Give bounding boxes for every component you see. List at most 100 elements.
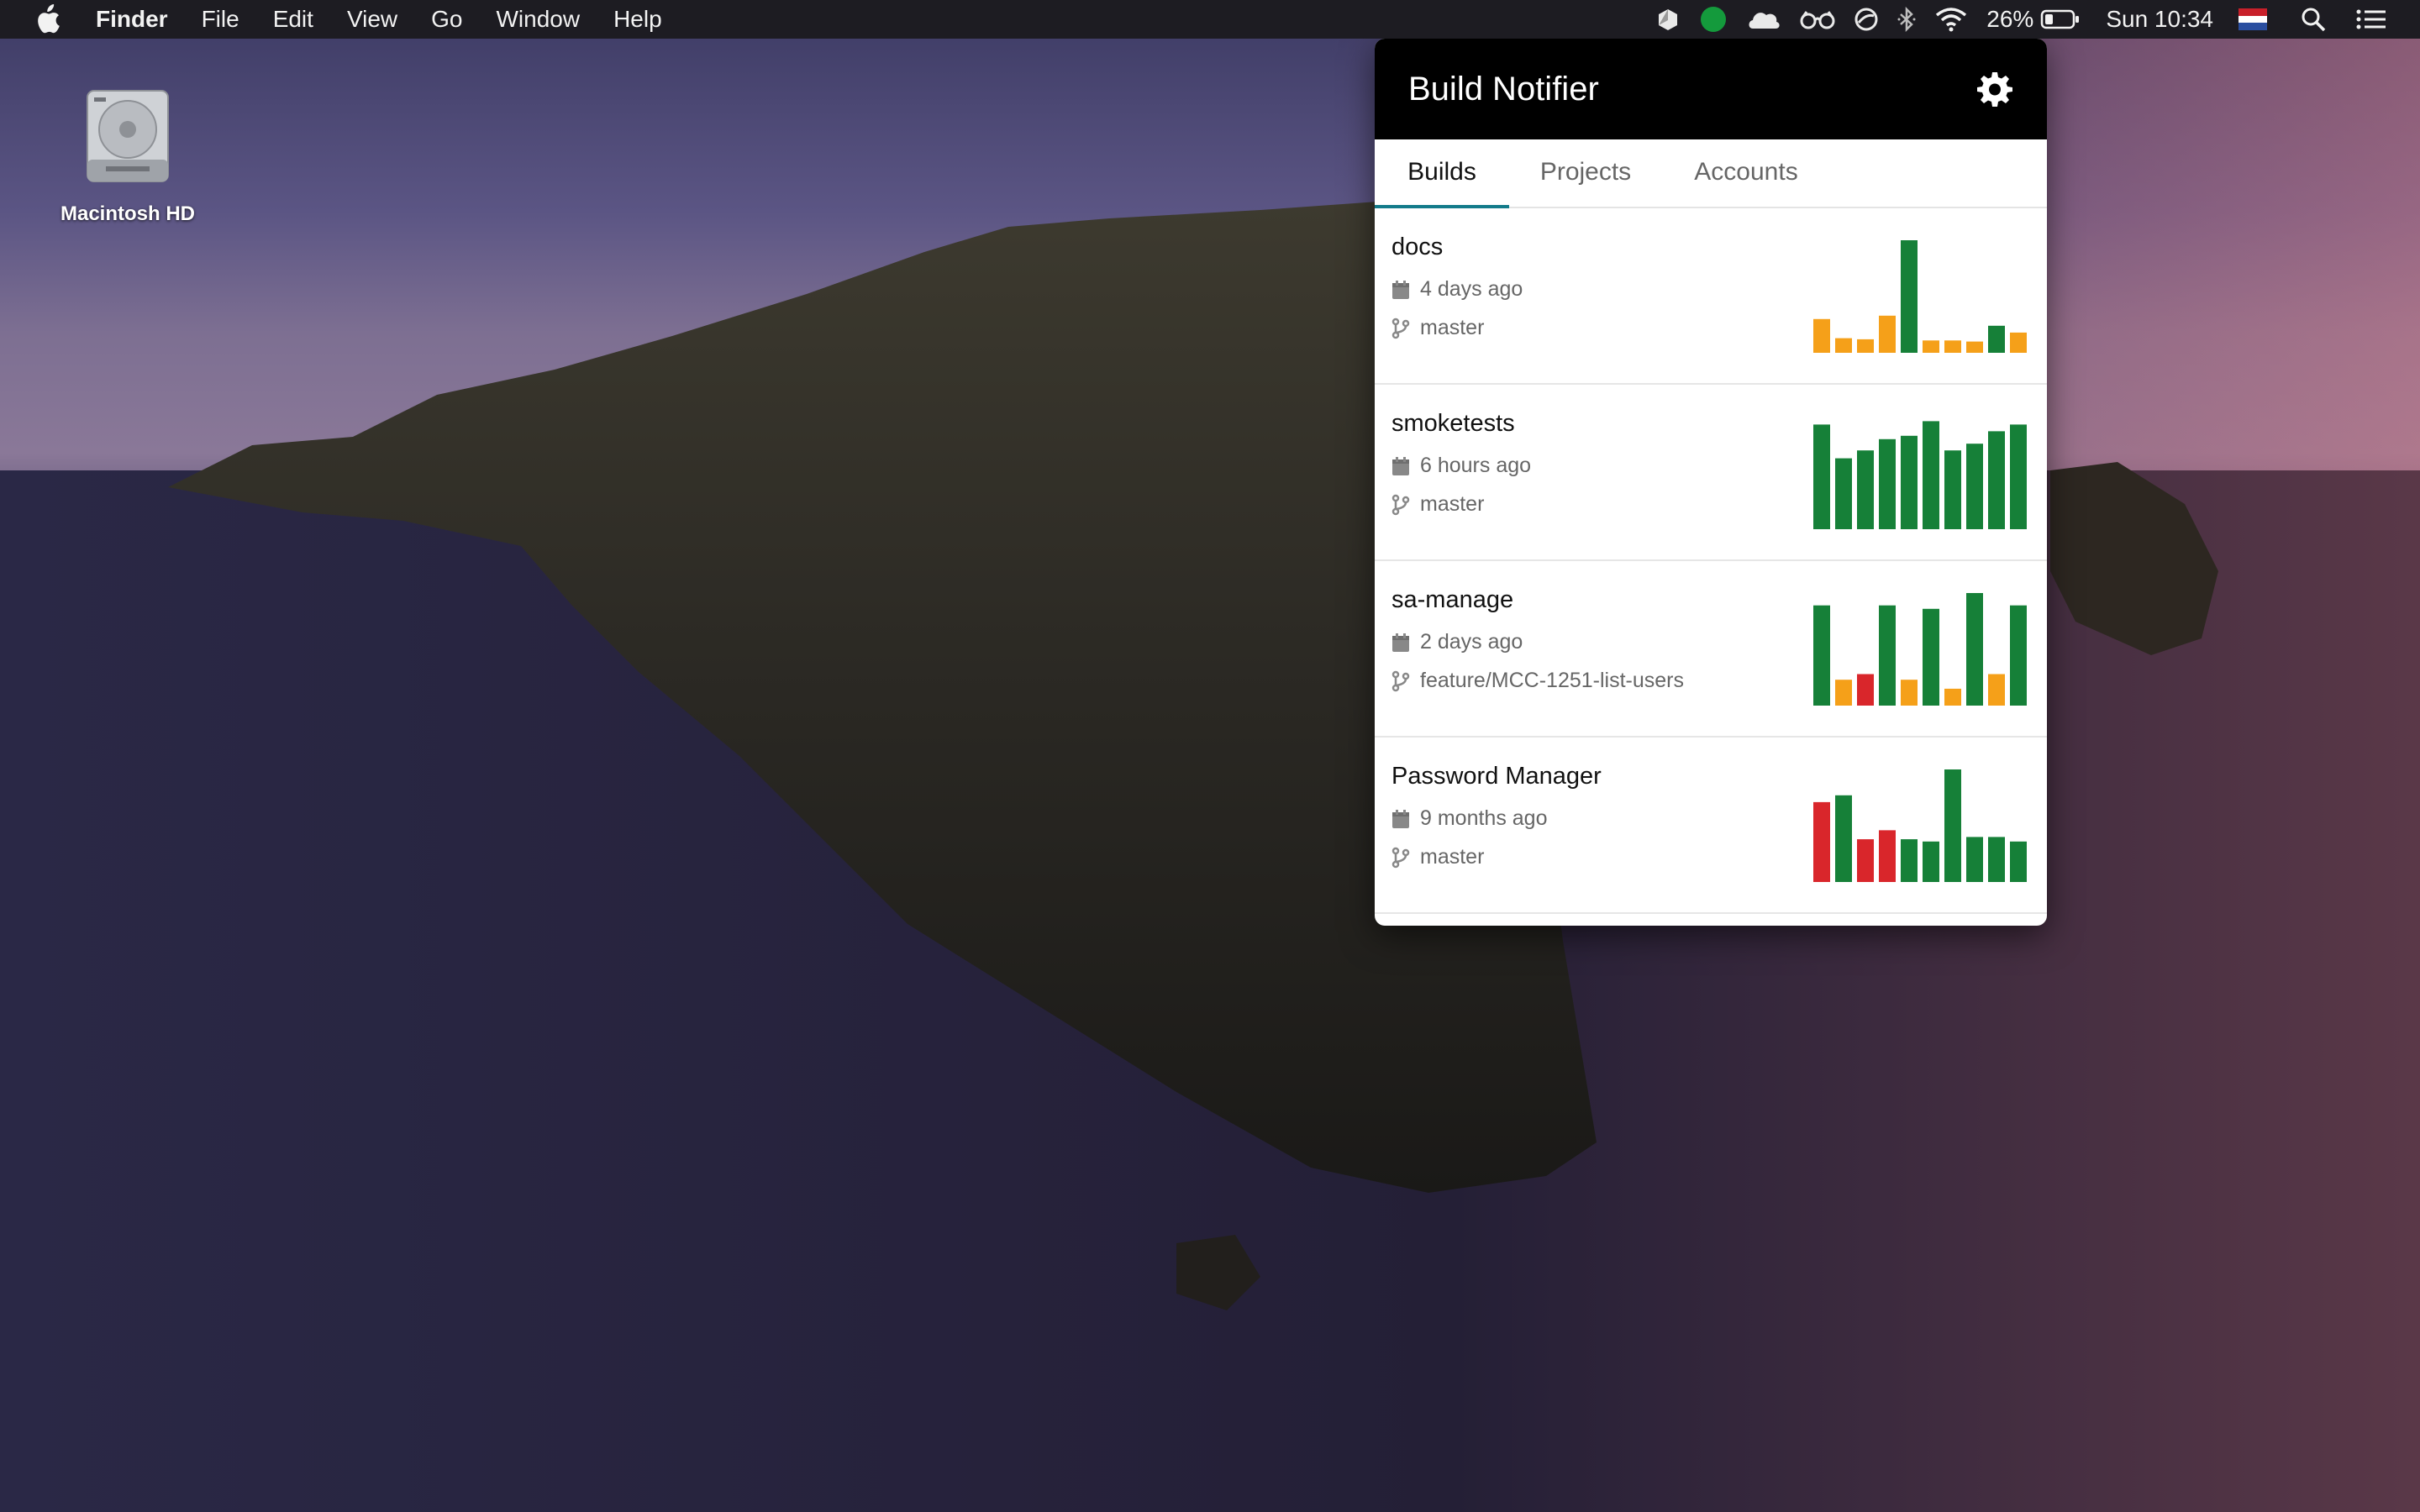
build-branch: master	[1392, 845, 1484, 869]
clock[interactable]: Sun 10:34	[2106, 6, 2213, 33]
build-history-bar-success[interactable]	[1901, 240, 1918, 353]
build-history-bar-success[interactable]	[1944, 769, 1961, 882]
tab-builds[interactable]: Builds	[1375, 139, 1509, 208]
build-history-bar-success[interactable]	[1901, 435, 1918, 529]
build-history-bar-success[interactable]	[1879, 438, 1896, 529]
build-history-bar-warning[interactable]	[1835, 338, 1852, 353]
build-history-bar-failure[interactable]	[1857, 674, 1874, 706]
build-history-bar-success[interactable]	[1879, 605, 1896, 706]
build-history-bar-success[interactable]	[1857, 450, 1874, 529]
popover-title: Build Notifier	[1408, 70, 1599, 108]
build-branch-text: master	[1420, 316, 1485, 339]
build-history-bar-warning[interactable]	[2010, 332, 2027, 353]
notification-center-icon[interactable]	[2356, 0, 2386, 39]
battery-percentage[interactable]: 26%	[1986, 6, 2033, 33]
build-history-bar-warning[interactable]	[1813, 318, 1830, 353]
build-history-bar-failure[interactable]	[1813, 801, 1830, 882]
build-history-bar-success[interactable]	[1988, 431, 2005, 529]
build-date-text: 6 hours ago	[1420, 454, 1532, 477]
build-history-chart	[1813, 593, 2027, 706]
build-history-bar-success[interactable]	[1923, 421, 1939, 529]
tab-accounts[interactable]: Accounts	[1662, 139, 1830, 208]
build-history-bar-success[interactable]	[1813, 424, 1830, 529]
menu-go[interactable]: Go	[431, 6, 462, 33]
build-history-bar-warning[interactable]	[1944, 688, 1961, 706]
menu-file[interactable]: File	[202, 6, 239, 33]
calendar-icon	[1392, 456, 1409, 475]
build-row-smoketests[interactable]: smoketests 6 hours ago master	[1375, 385, 2047, 561]
build-history-bar-warning[interactable]	[1966, 341, 1983, 353]
flag-nl-icon[interactable]	[2238, 0, 2267, 39]
build-date-text: 4 days ago	[1420, 277, 1523, 301]
builds-list: docs 4 days ago master smoketests 6 hour…	[1375, 208, 2047, 914]
menu-bar: Finder File Edit View Go Window Help 26%	[0, 0, 2420, 39]
branch-icon	[1392, 847, 1410, 868]
build-history-bar-warning[interactable]	[1879, 315, 1896, 353]
build-name: Password Manager	[1392, 763, 1602, 790]
build-history-bar-success[interactable]	[1923, 841, 1939, 882]
build-history-bar-success[interactable]	[2010, 841, 2027, 882]
build-history-bar-warning[interactable]	[1857, 339, 1874, 353]
tab-bar: Builds Projects Accounts	[1375, 139, 2047, 208]
build-history-bar-success[interactable]	[1835, 795, 1852, 882]
build-history-bar-warning[interactable]	[1835, 680, 1852, 706]
menu-help[interactable]: Help	[613, 6, 662, 33]
menu-view[interactable]: View	[347, 6, 397, 33]
menu-window[interactable]: Window	[496, 6, 580, 33]
apple-menu-icon[interactable]	[34, 4, 60, 34]
desktop-wallpaper	[0, 0, 2420, 1512]
build-date: 4 days ago	[1392, 277, 1523, 302]
hard-drive-icon	[87, 90, 169, 182]
build-history-bar-warning[interactable]	[1988, 674, 2005, 706]
build-history-bar-warning[interactable]	[1901, 680, 1918, 706]
glasses-icon[interactable]	[1800, 0, 1835, 39]
build-row-password-manager[interactable]: Password Manager 9 months ago master	[1375, 738, 2047, 914]
build-history-bar-failure[interactable]	[1857, 839, 1874, 882]
gear-icon[interactable]	[1976, 71, 2013, 108]
no-entry-icon[interactable]	[1854, 0, 1879, 39]
build-history-chart	[1813, 769, 2027, 882]
dropbox-icon[interactable]	[1655, 0, 1681, 39]
build-branch: master	[1392, 316, 1484, 340]
build-history-bar-success[interactable]	[2010, 424, 2027, 529]
build-branch: master	[1392, 492, 1484, 517]
build-date-text: 9 months ago	[1420, 806, 1548, 830]
macintosh-hd-disk[interactable]: Macintosh HD	[44, 84, 212, 226]
build-history-bar-failure[interactable]	[1879, 830, 1896, 882]
battery-icon[interactable]	[2040, 0, 2081, 39]
calendar-icon	[1392, 633, 1409, 652]
status-dot-icon[interactable]	[1699, 0, 1728, 39]
popover-header: Build Notifier	[1375, 39, 2047, 139]
build-name: docs	[1392, 234, 1444, 260]
menu-app-name[interactable]: Finder	[96, 6, 168, 33]
build-history-chart	[1813, 240, 2027, 353]
build-history-bar-success[interactable]	[1966, 837, 1983, 882]
build-history-bar-success[interactable]	[1813, 605, 1830, 706]
build-history-bar-success[interactable]	[1901, 839, 1918, 882]
cloud-icon[interactable]	[1746, 0, 1781, 39]
branch-icon	[1392, 318, 1410, 339]
build-name: sa-manage	[1392, 586, 1514, 613]
build-history-bar-success[interactable]	[2010, 605, 2027, 706]
build-history-bar-success[interactable]	[1988, 837, 2005, 882]
build-history-bar-warning[interactable]	[1923, 340, 1939, 353]
build-history-bar-success[interactable]	[1923, 608, 1939, 706]
build-history-bar-success[interactable]	[1944, 450, 1961, 529]
build-branch-text: master	[1420, 845, 1485, 869]
calendar-icon	[1392, 280, 1409, 299]
build-history-bar-warning[interactable]	[1944, 340, 1961, 353]
menu-edit[interactable]: Edit	[273, 6, 313, 33]
build-history-bar-success[interactable]	[1966, 593, 1983, 706]
build-row-sa-manage[interactable]: sa-manage 2 days ago feature/MCC-1251-li…	[1375, 561, 2047, 738]
build-date: 2 days ago	[1392, 630, 1523, 654]
build-history-bar-success[interactable]	[1966, 444, 1983, 529]
build-history-bar-success[interactable]	[1835, 458, 1852, 529]
build-branch-text: feature/MCC-1251-list-users	[1420, 669, 1684, 692]
bluetooth-icon[interactable]	[1897, 0, 1916, 39]
build-row-docs[interactable]: docs 4 days ago master	[1375, 208, 2047, 385]
spotlight-icon[interactable]	[2301, 0, 2326, 39]
build-history-bar-success[interactable]	[1988, 325, 2005, 353]
wifi-icon[interactable]	[1934, 0, 1968, 39]
build-date: 9 months ago	[1392, 806, 1548, 831]
tab-projects[interactable]: Projects	[1509, 139, 1662, 208]
